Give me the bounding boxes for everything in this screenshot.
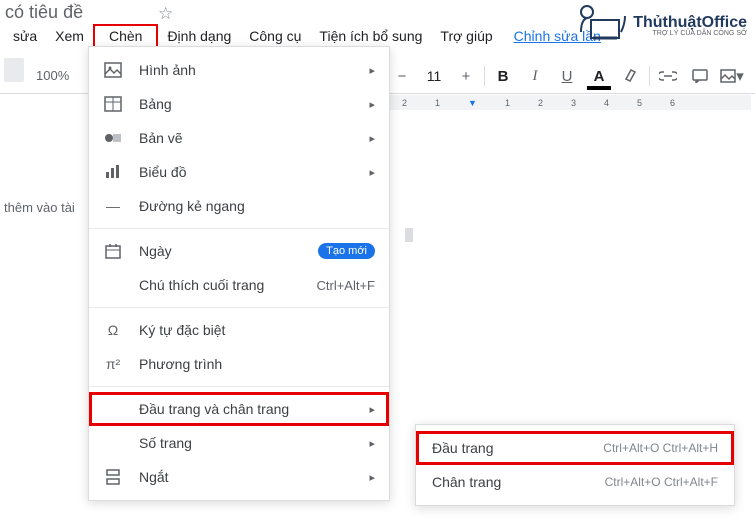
menu-header-footer[interactable]: Đầu trang và chân trang▸	[89, 392, 389, 426]
new-badge: Tạo mới	[318, 243, 375, 259]
menu-insert[interactable]: Chèn	[93, 24, 158, 48]
italic-button[interactable]: I	[521, 62, 549, 90]
menu-format[interactable]: Định dạng	[158, 24, 240, 48]
menu-drawing[interactable]: Bản vẽ▸	[89, 121, 389, 155]
menu-image[interactable]: Hình ảnh▸	[89, 53, 389, 87]
pi-icon: π²	[103, 354, 123, 374]
drawing-icon	[103, 128, 123, 148]
menu-date[interactable]: Ngày Tạo mới	[89, 234, 389, 268]
bold-button[interactable]: B	[489, 62, 517, 90]
menu-equation[interactable]: π² Phương trình	[89, 347, 389, 381]
comment-button[interactable]	[686, 62, 714, 90]
header-footer-submenu: Đầu trang Ctrl+Alt+O Ctrl+Alt+H Chân tra…	[415, 424, 735, 506]
watermark-logo: ThủthuậtOfficeTRỢ LÝ CỦA DÂN CÔNG SỞ	[573, 2, 747, 48]
star-icon[interactable]: ☆	[158, 4, 173, 24]
menu-footnote[interactable]: Chú thích cuối trang Ctrl+Alt+F	[89, 268, 389, 302]
menu-break[interactable]: Ngắt▸	[89, 460, 389, 494]
menu-view[interactable]: Xem	[46, 24, 93, 48]
menu-chart[interactable]: Biểu đồ▸	[89, 155, 389, 189]
doc-title[interactable]: ông có tiêu đề	[0, 2, 83, 23]
break-icon	[103, 467, 123, 487]
underline-button[interactable]: U	[553, 62, 581, 90]
image-button[interactable]: ▾	[718, 62, 746, 90]
submenu-header[interactable]: Đầu trang Ctrl+Alt+O Ctrl+Alt+H	[416, 431, 734, 465]
menu-addons[interactable]: Tiện ích bổ sung	[310, 24, 431, 48]
body-placeholder: thêm vào tài	[4, 200, 75, 215]
omega-icon: Ω	[103, 320, 123, 340]
zoom-level[interactable]: 100%	[36, 68, 69, 83]
highlight-button[interactable]	[617, 62, 645, 90]
menu-special-chars[interactable]: Ω Ký tự đặc biệt	[89, 313, 389, 347]
menu-edit[interactable]: sửa	[4, 24, 46, 48]
menu-page-numbers[interactable]: Số trang▸	[89, 426, 389, 460]
image-icon	[103, 60, 123, 80]
toolbar-right: − 11 + B I U A ▾	[388, 58, 746, 94]
menu-table[interactable]: Bảng▸	[89, 87, 389, 121]
insert-menu: Hình ảnh▸ Bảng▸ Bản vẽ▸ Biểu đồ▸ — Đường…	[88, 46, 390, 501]
chart-icon	[103, 162, 123, 182]
menu-help[interactable]: Trợ giúp	[431, 24, 501, 48]
hr-icon: —	[103, 196, 123, 216]
table-icon	[103, 94, 123, 114]
font-size-input[interactable]: 11	[420, 62, 448, 90]
menu-hr[interactable]: — Đường kẻ ngang	[89, 189, 389, 223]
link-button[interactable]	[654, 62, 682, 90]
submenu-footer[interactable]: Chân trang Ctrl+Alt+O Ctrl+Alt+F	[416, 465, 734, 499]
minus-button[interactable]: −	[388, 62, 416, 90]
calendar-icon	[103, 241, 123, 261]
ruler: 21▼123456	[388, 95, 751, 110]
plus-button[interactable]: +	[452, 62, 480, 90]
menu-tools[interactable]: Công cụ	[240, 24, 310, 48]
text-color-button[interactable]: A	[585, 62, 613, 90]
page-break-handle	[405, 228, 413, 242]
